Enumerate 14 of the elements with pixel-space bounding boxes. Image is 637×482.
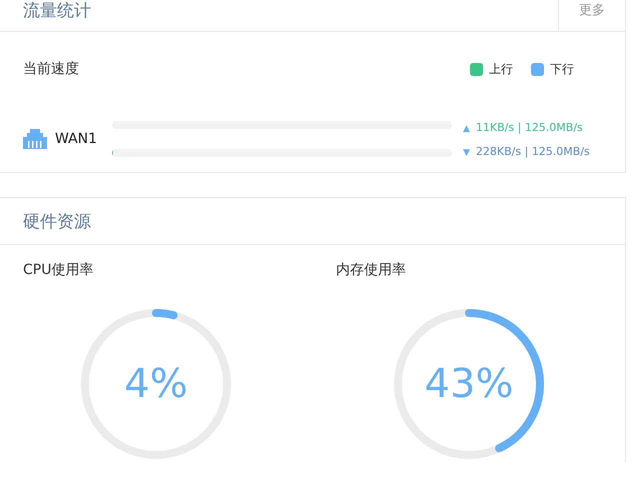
upload-reading: ▲ 11KB/s | 125.0MB/s (463, 120, 584, 134)
usage-percent: 4% (124, 364, 188, 404)
download-reading: ▼ 228KB/s | 125.0MB/s (463, 144, 590, 158)
ethernet-port-icon (23, 129, 47, 149)
more-link[interactable]: 更多 (558, 0, 625, 31)
speed-label: 当前速度 (23, 60, 79, 78)
gauge-label: CPU使用率 (23, 261, 94, 279)
legend-label: 下行 (550, 60, 574, 78)
usage-percent: 43% (424, 364, 514, 404)
section-title: 硬件资源 (22, 210, 92, 232)
legend-label: 上行 (489, 60, 513, 78)
section-title: 流量统计 (22, 0, 92, 22)
gauge-label: 内存使用率 (336, 261, 407, 279)
interface-name: WAN1 (55, 131, 98, 147)
